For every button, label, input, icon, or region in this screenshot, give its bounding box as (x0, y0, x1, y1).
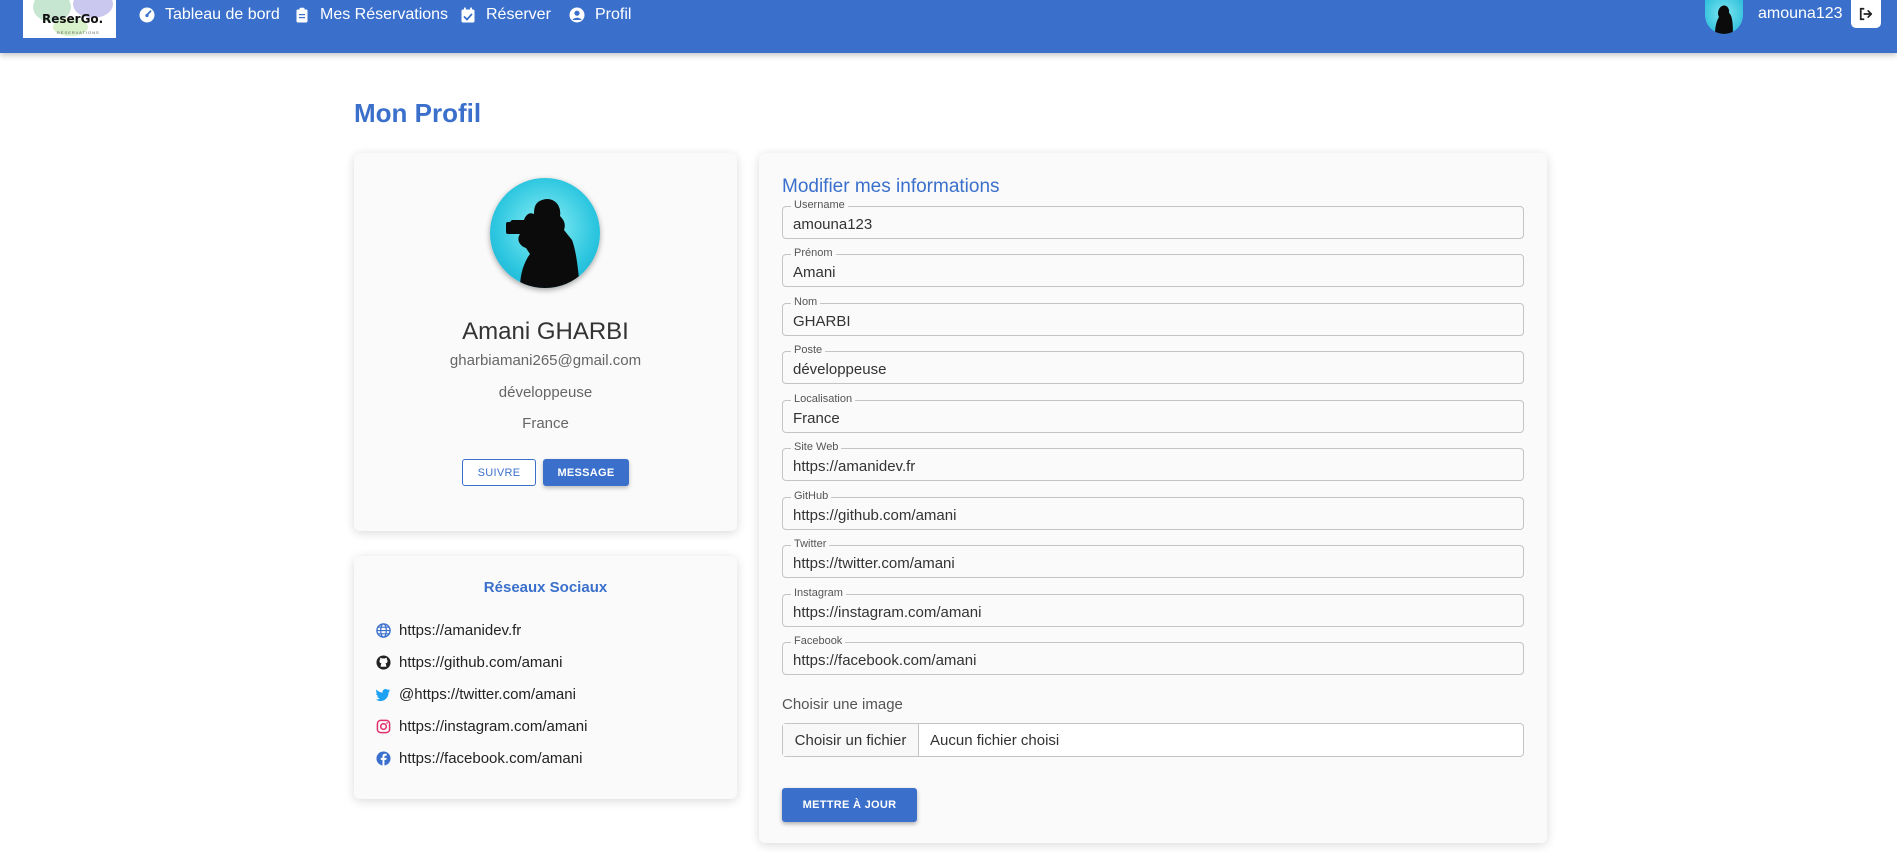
social-item-text: @https://twitter.com/amani (399, 685, 576, 703)
website-input[interactable] (793, 456, 1513, 476)
field-label: Instagram (791, 587, 846, 599)
website-field: Site Web (782, 441, 1524, 481)
user-avatar[interactable] (1705, 0, 1743, 34)
social-item-text: https://github.com/amani (399, 653, 563, 671)
facebook-field: Facebook (782, 635, 1524, 675)
nav-item-label: Profil (595, 6, 632, 23)
edit-profile-card: Modifier mes informations Username Préno… (759, 153, 1547, 843)
nom-input[interactable] (793, 311, 1513, 331)
profile-email: gharbiamani265@gmail.com (449, 352, 642, 369)
facebook-icon (376, 750, 391, 766)
social-title: Réseaux Sociaux (483, 579, 608, 596)
photographer-silhouette-icon (506, 198, 580, 288)
user-circle-icon (569, 7, 585, 23)
nav-item-label: Réserver (486, 6, 551, 23)
logo-subtext: RÉSERVATIONS (57, 30, 100, 35)
github-field: GitHub (782, 490, 1524, 530)
instagram-field: Instagram (782, 587, 1524, 627)
avatar-silhouette-icon (1715, 5, 1733, 34)
social-item-twitter[interactable]: @https://twitter.com/amani (376, 684, 576, 704)
field-label: Poste (791, 344, 826, 356)
prenom-input[interactable] (793, 262, 1513, 282)
nav-item-dashboard[interactable]: Tableau de bord (139, 0, 280, 30)
twitter-icon (376, 688, 391, 701)
field-label: Username (791, 199, 848, 211)
profile-job: développeuse (498, 384, 593, 401)
top-navbar: ReserGo. RÉSERVATIONS Tableau de bord Me… (0, 0, 1897, 53)
profile-avatar (490, 178, 600, 288)
poste-field: Poste (782, 344, 1524, 384)
logout-icon (1859, 7, 1873, 21)
image-label: Choisir une image (782, 696, 903, 713)
profile-name: Amani GHARBI (462, 318, 629, 345)
nav-item-reserver[interactable]: Réserver (460, 0, 551, 30)
github-icon (376, 654, 391, 670)
field-label: Localisation (791, 393, 856, 405)
facebook-input[interactable] (793, 650, 1513, 670)
field-label: Site Web (791, 441, 842, 453)
twitter-input[interactable] (793, 553, 1513, 573)
profile-location: France (522, 415, 569, 432)
profile-card: Amani GHARBI gharbiamani265@gmail.com dé… (354, 153, 737, 531)
nav-username[interactable]: amouna123 (1758, 5, 1843, 23)
calendar-check-icon (461, 7, 475, 23)
logo-text: ReserGo. (42, 12, 104, 26)
message-button[interactable]: MESSAGE (543, 459, 629, 486)
social-card: Réseaux Sociaux https://amanidev.fr http… (354, 556, 737, 799)
nav-item-label: Tableau de bord (165, 6, 280, 23)
globe-icon (376, 622, 391, 638)
nav-item-profil[interactable]: Profil (569, 0, 631, 30)
social-item-github[interactable]: https://github.com/amani (376, 652, 562, 672)
nav-item-reservations[interactable]: Mes Réservations (294, 0, 448, 30)
dashboard-icon (139, 7, 155, 23)
choose-file-button[interactable]: Choisir un fichier (783, 724, 919, 756)
social-item-facebook[interactable]: https://facebook.com/amani (376, 748, 582, 768)
follow-button[interactable]: SUIVRE (462, 459, 536, 486)
clipboard-icon (296, 7, 308, 23)
brand-logo[interactable]: ReserGo. RÉSERVATIONS (23, 0, 116, 38)
social-item-website[interactable]: https://amanidev.fr (376, 620, 521, 640)
poste-input[interactable] (793, 359, 1513, 379)
edit-form-title: Modifier mes informations (782, 176, 1000, 197)
username-input[interactable] (793, 214, 1513, 234)
instagram-input[interactable] (793, 602, 1513, 622)
nav-item-label: Mes Réservations (320, 6, 449, 23)
page-title: Mon Profil (354, 98, 482, 128)
field-label: Nom (791, 296, 821, 308)
twitter-field: Twitter (782, 538, 1524, 578)
field-label: Twitter (791, 538, 830, 550)
file-input[interactable]: Choisir un fichier Aucun fichier choisi (782, 723, 1524, 757)
update-button[interactable]: METTRE À JOUR (782, 788, 917, 822)
localisation-field: Localisation (782, 393, 1524, 433)
social-item-instagram[interactable]: https://instagram.com/amani (376, 716, 587, 736)
localisation-input[interactable] (793, 408, 1513, 428)
social-item-text: https://instagram.com/amani (399, 717, 588, 735)
file-status: Aucun fichier choisi (930, 731, 1060, 749)
instagram-icon (376, 719, 391, 733)
prenom-field: Prénom (782, 247, 1524, 287)
field-label: GitHub (791, 490, 832, 502)
username-field: Username (782, 199, 1524, 239)
field-label: Prénom (791, 247, 836, 259)
social-item-text: https://facebook.com/amani (399, 749, 583, 767)
field-label: Facebook (791, 635, 846, 647)
logout-button[interactable] (1851, 0, 1881, 28)
github-input[interactable] (793, 505, 1513, 525)
social-item-text: https://amanidev.fr (399, 621, 522, 639)
nom-field: Nom (782, 296, 1524, 336)
